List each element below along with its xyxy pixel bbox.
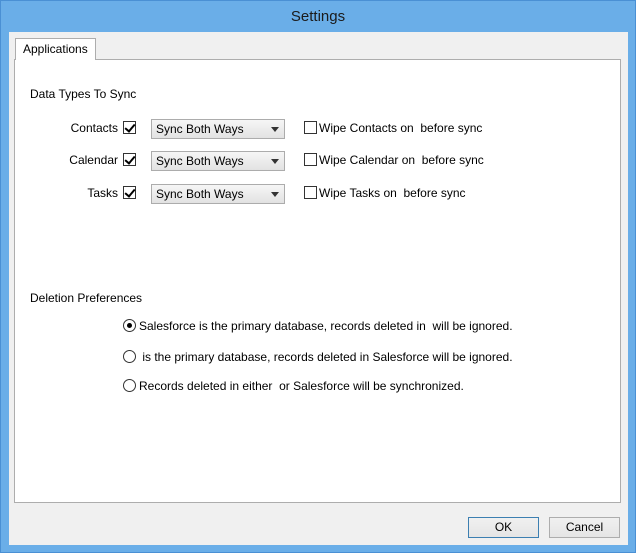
deletion-option-salesforce-primary-label: Salesforce is the primary database, reco… — [139, 319, 513, 333]
tab-applications[interactable]: Applications — [15, 38, 96, 60]
contacts-sync-mode-value: Sync Both Ways — [156, 122, 244, 136]
tasks-sync-mode-value: Sync Both Ways — [156, 187, 244, 201]
chevron-down-icon — [271, 127, 279, 132]
window-title: Settings — [290, 8, 346, 25]
wipe-calendar-checkbox[interactable] — [304, 153, 317, 166]
calendar-label: Calendar — [69, 153, 118, 167]
dialog-client-area: Applications Data Types To Sync Contacts… — [9, 32, 628, 545]
wipe-calendar-label: Wipe Calendar on before sync — [319, 153, 484, 167]
tasks-checkbox[interactable] — [123, 186, 136, 199]
wipe-contacts-label: Wipe Contacts on before sync — [319, 121, 483, 135]
ok-button[interactable]: OK — [468, 517, 539, 538]
deletion-option-app-primary-label: is the primary database, records deleted… — [139, 350, 513, 364]
deletion-option-sync-either-label: Records deleted in either or Salesforce … — [139, 379, 464, 393]
wipe-tasks-checkbox[interactable] — [304, 186, 317, 199]
contacts-checkbox[interactable] — [123, 121, 136, 134]
tasks-sync-mode-select[interactable]: Sync Both Ways — [151, 184, 285, 204]
applications-tab-panel: Data Types To Sync Contacts Sync Both Wa… — [14, 59, 621, 503]
deletion-preferences-heading: Deletion Preferences — [30, 291, 143, 305]
tasks-label: Tasks — [87, 186, 118, 200]
calendar-sync-mode-value: Sync Both Ways — [156, 154, 244, 168]
calendar-checkbox[interactable] — [123, 153, 136, 166]
calendar-sync-mode-select[interactable]: Sync Both Ways — [151, 151, 285, 171]
settings-window: Settings Applications Data Types To Sync… — [0, 0, 636, 553]
deletion-option-salesforce-primary-radio[interactable] — [123, 319, 136, 332]
contacts-label: Contacts — [70, 121, 118, 135]
cancel-button[interactable]: Cancel — [549, 517, 620, 538]
deletion-option-app-primary-radio[interactable] — [123, 350, 136, 363]
wipe-tasks-label: Wipe Tasks on before sync — [319, 186, 466, 200]
deletion-option-sync-either-radio[interactable] — [123, 379, 136, 392]
wipe-contacts-checkbox[interactable] — [304, 121, 317, 134]
chevron-down-icon — [271, 159, 279, 164]
data-types-heading: Data Types To Sync — [30, 87, 137, 101]
contacts-sync-mode-select[interactable]: Sync Both Ways — [151, 119, 285, 139]
chevron-down-icon — [271, 192, 279, 197]
